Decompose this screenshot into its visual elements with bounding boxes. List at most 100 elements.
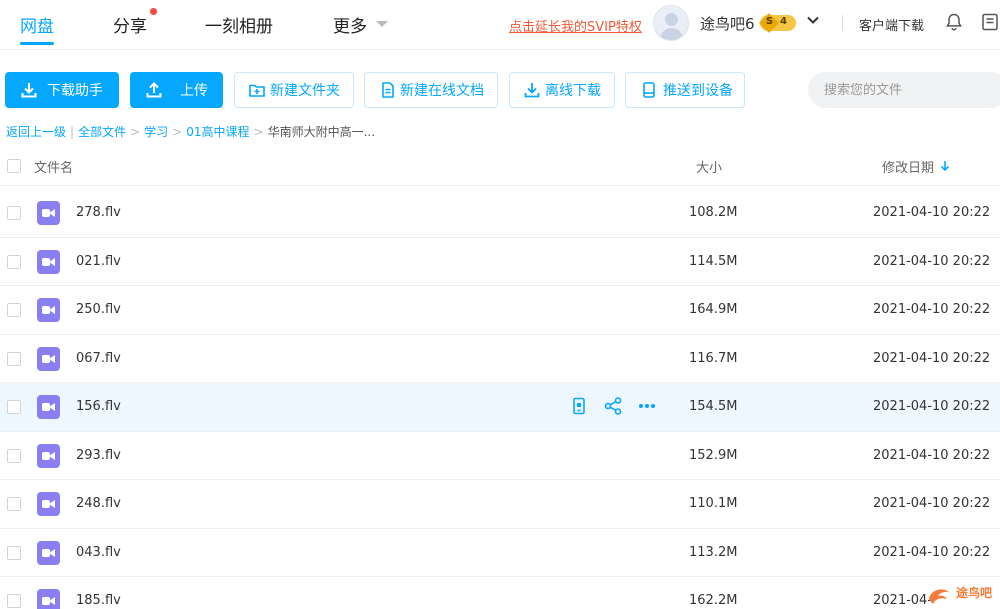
table-row[interactable]: 156.flv 154.5M 2021-04-10 20:22 (0, 383, 1000, 432)
file-size: 114.5M (689, 253, 738, 269)
file-size: 152.9M (689, 447, 738, 463)
svip-renew-link[interactable]: 点击延长我的SVIP特权 (509, 16, 642, 35)
file-date: 2021-04-10 20:22 (873, 496, 991, 511)
active-tab-indicator (20, 42, 54, 45)
avatar[interactable] (653, 5, 689, 41)
file-size: 116.7M (689, 350, 738, 366)
file-size: 108.2M (689, 205, 738, 220)
file-name[interactable]: 067.flv (76, 351, 121, 366)
caret-down-icon[interactable] (376, 21, 388, 27)
row-checkbox[interactable] (7, 400, 21, 414)
video-camera-lens (49, 500, 55, 508)
file-size: 113.2M (689, 544, 738, 560)
download-helper-button[interactable]: 下载助手 (5, 72, 119, 108)
file-name[interactable]: 156.flv (76, 399, 121, 414)
table-row[interactable]: 185.flv 162.2M 2021-04- (0, 577, 1000, 609)
table-row[interactable]: 250.flv 164.9M 2021-04-10 20:22 (0, 286, 1000, 335)
chevron-down-icon[interactable] (806, 13, 820, 27)
breadcrumb: 返回上一级 | 全部文件 > 学习 >01高中课程 > 华南师大附中高一... (6, 123, 375, 140)
breadcrumb-chevron-icon: > (253, 125, 264, 139)
download-helper-label: 下载助手 (47, 83, 103, 99)
new-folder-icon (249, 84, 265, 97)
push-to-device-label: 推送到设备 (663, 83, 733, 99)
avatar-head (665, 13, 678, 26)
new-folder-button[interactable]: 新建文件夹 (234, 72, 354, 108)
row-actions (569, 396, 661, 418)
row-checkbox[interactable] (7, 594, 21, 608)
file-name[interactable]: 250.flv (76, 302, 121, 317)
notification-dot (150, 8, 157, 15)
video-file-icon (37, 589, 60, 609)
offline-download-label: 离线下载 (545, 83, 601, 99)
file-date: 2021-04-10 20:22 (873, 253, 991, 269)
video-camera-lens (49, 354, 55, 363)
push-to-device-icon[interactable] (569, 396, 589, 416)
file-name[interactable]: 043.flv (76, 545, 121, 560)
search-input[interactable] (808, 72, 1000, 108)
video-camera-lens (49, 597, 55, 605)
row-checkbox[interactable] (7, 448, 21, 463)
video-file-icon (37, 540, 60, 565)
file-name[interactable]: 293.flv (76, 448, 121, 463)
new-folder-label: 新建文件夹 (270, 83, 340, 99)
username[interactable]: 途鸟吧6 (700, 13, 755, 34)
file-name[interactable]: 248.flv (76, 496, 121, 511)
document-icon[interactable] (980, 12, 1000, 32)
column-header-size[interactable]: 大小 (696, 157, 722, 176)
row-checkbox[interactable] (7, 545, 21, 560)
file-name[interactable]: 021.flv (76, 254, 121, 269)
upload-button[interactable]: 上传 (130, 72, 223, 108)
file-date: 2021-04-10 20:22 (873, 544, 991, 560)
table-header: 文件名 大小 修改日期 (0, 148, 1000, 186)
video-camera-lens (49, 209, 55, 217)
client-download-link[interactable]: 客户端下载 (859, 15, 924, 34)
breadcrumb-back[interactable]: 返回上一级 (6, 125, 66, 139)
video-file-icon (37, 249, 60, 274)
breadcrumb-item[interactable]: 01高中课程 (186, 125, 249, 139)
table-row[interactable]: 248.flv 110.1M 2021-04-10 20:22 (0, 480, 1000, 529)
vip-badge: S 4 (759, 13, 796, 33)
breadcrumb-item[interactable]: 全部文件 (78, 125, 126, 139)
tab-more[interactable]: 更多 (333, 12, 367, 37)
tab-album[interactable]: 一刻相册 (205, 12, 273, 37)
file-date: 2021-04-10 20:22 (873, 399, 991, 414)
breadcrumb-item[interactable]: 学习 (144, 125, 168, 139)
video-file-icon (37, 201, 60, 225)
row-checkbox[interactable] (7, 206, 21, 220)
row-checkbox[interactable] (7, 254, 21, 269)
tab-share[interactable]: 分享 (113, 12, 147, 37)
column-header-name[interactable]: 文件名 (34, 157, 73, 176)
document-icon (382, 82, 394, 98)
share-icon[interactable] (603, 396, 623, 416)
file-name[interactable]: 185.flv (76, 593, 121, 608)
sort-down-icon[interactable] (940, 160, 950, 172)
table-row[interactable]: 278.flv 108.2M 2021-04-10 20:22 (0, 189, 1000, 238)
video-file-icon (37, 298, 60, 322)
tab-netdisk[interactable]: 网盘 (20, 12, 54, 37)
breadcrumb-chevron-icon: > (172, 125, 183, 139)
new-online-doc-button[interactable]: 新建在线文档 (364, 72, 498, 108)
file-name[interactable]: 278.flv (76, 205, 121, 220)
table-row[interactable]: 293.flv 152.9M 2021-04-10 20:22 (0, 432, 1000, 480)
push-to-device-button[interactable]: 推送到设备 (625, 72, 745, 108)
nav-divider (842, 15, 843, 31)
offline-download-button[interactable]: 离线下载 (509, 72, 615, 108)
bell-icon[interactable] (944, 12, 964, 32)
row-checkbox[interactable] (7, 497, 21, 511)
table-row[interactable]: 043.flv 113.2M 2021-04-10 20:22 (0, 529, 1000, 577)
breadcrumb-separator: | (70, 125, 75, 139)
column-header-date[interactable]: 修改日期 (882, 157, 934, 176)
video-camera-lens (49, 548, 55, 557)
breadcrumb-chevron-icon: > (130, 125, 141, 139)
table-row[interactable]: 067.flv 116.7M 2021-04-10 20:22 (0, 335, 1000, 383)
file-date: 2021-04- (873, 593, 933, 608)
row-checkbox[interactable] (7, 303, 21, 317)
select-all-checkbox[interactable] (7, 159, 21, 173)
file-size: 162.2M (689, 593, 738, 608)
file-date: 2021-04-10 20:22 (873, 205, 991, 220)
watermark-text: 途鸟吧 (956, 586, 993, 600)
row-checkbox[interactable] (7, 351, 21, 366)
download-icon (21, 83, 37, 98)
table-row[interactable]: 021.flv 114.5M 2021-04-10 20:22 (0, 238, 1000, 286)
more-options-icon[interactable] (637, 396, 657, 416)
